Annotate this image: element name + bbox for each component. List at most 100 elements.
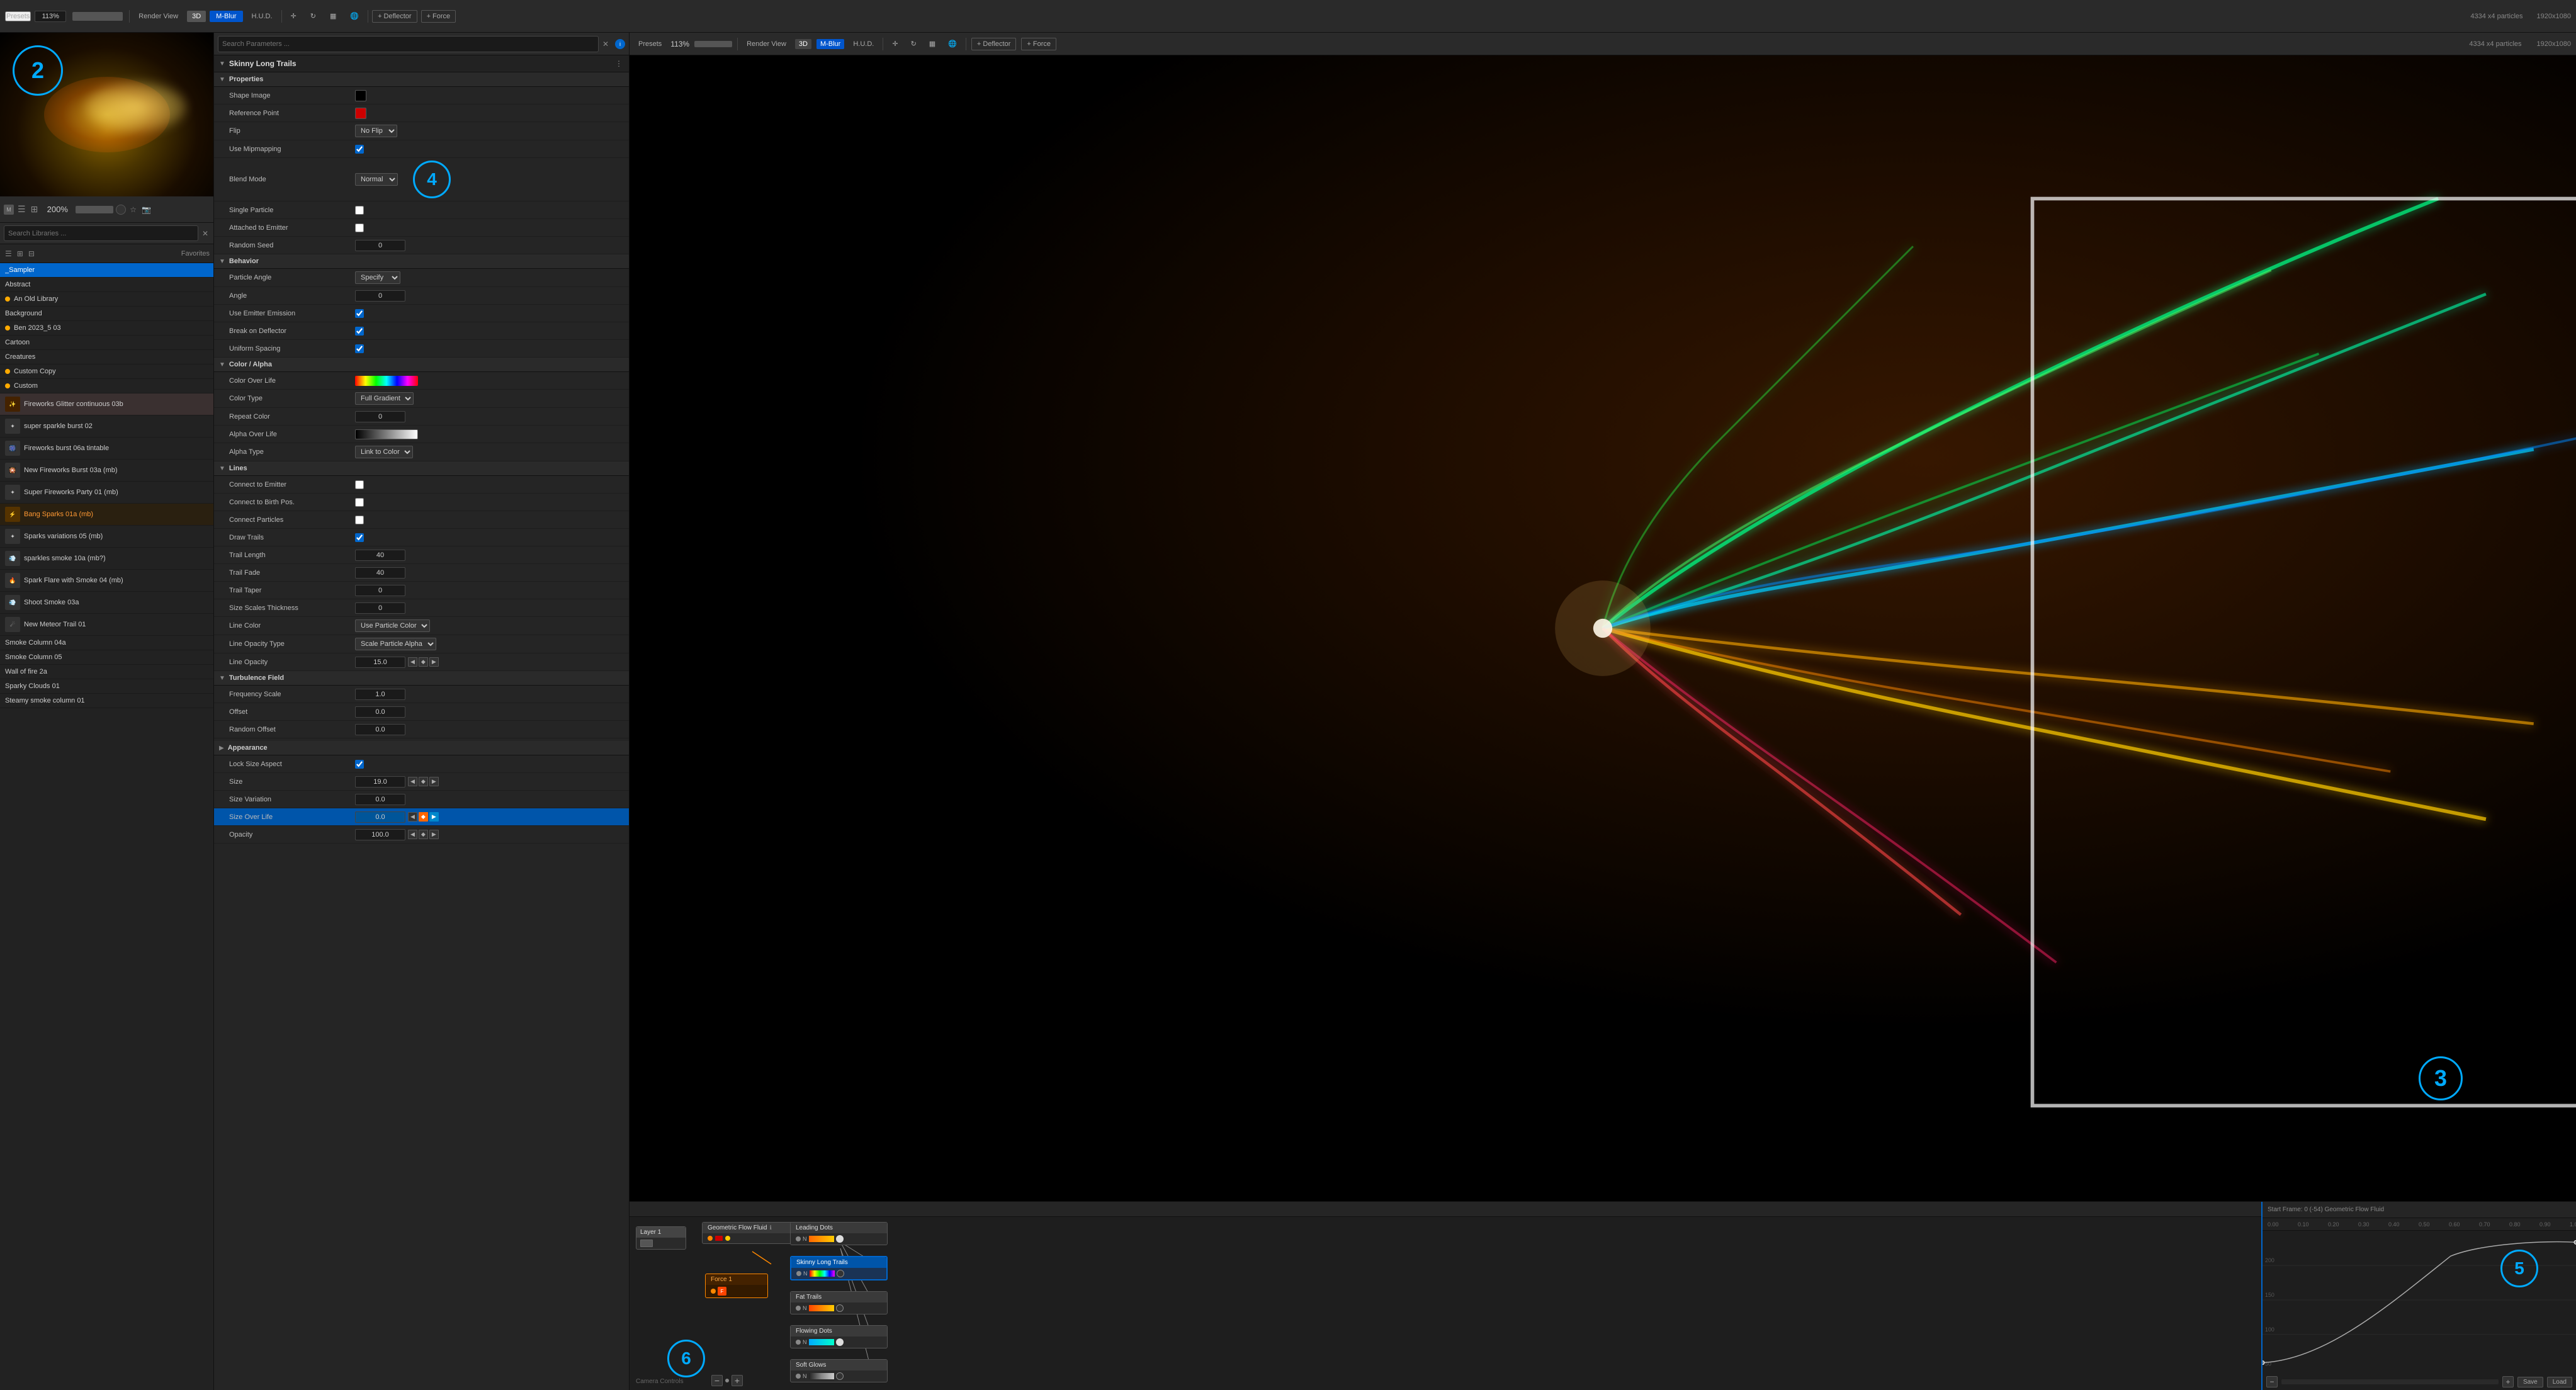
lib-star-btn[interactable]: ☆ <box>128 205 138 214</box>
param-trail-taper-input[interactable] <box>355 585 405 596</box>
param-alpha-type-dropdown[interactable]: Link to Color Custom <box>355 446 413 458</box>
globe-icon-btn[interactable]: 🌐 <box>345 10 364 22</box>
param-particle-angle-dropdown[interactable]: Specify Random <box>355 271 400 284</box>
param-connect-particles-checkbox[interactable] <box>355 516 364 524</box>
kf-next-btn[interactable]: ▶ <box>429 657 439 667</box>
grid-icon-btn[interactable]: ▦ <box>325 10 341 22</box>
params-search-input[interactable] <box>218 36 599 52</box>
param-color-gradient[interactable] <box>355 376 418 386</box>
lib-item-shoot-smoke[interactable]: 💨 Shoot Smoke 03a <box>0 592 213 614</box>
lib-item-abstract[interactable]: Abstract <box>0 278 213 292</box>
curve-zoom-plus-btn[interactable]: + <box>2502 1376 2514 1387</box>
lib-camera-btn[interactable]: 📷 <box>140 205 152 214</box>
mblur-button[interactable]: M-Blur <box>210 11 242 22</box>
viewport-3d-btn[interactable]: 3D <box>795 39 811 49</box>
param-line-opacity-input[interactable] <box>355 657 405 668</box>
lib-item-sampler[interactable]: _Sampler <box>0 263 213 278</box>
param-random-seed-input[interactable] <box>355 240 405 251</box>
add-deflector-button[interactable]: + Deflector <box>372 10 417 23</box>
kf-opacity-next-btn[interactable]: ▶ <box>429 830 439 839</box>
node-zoom-minus-btn[interactable]: − <box>711 1375 723 1386</box>
viewport-hud-btn[interactable]: H.U.D. <box>849 39 878 49</box>
lib-tab-list-btn[interactable]: ☰ <box>4 249 13 258</box>
param-single-particle-checkbox[interactable] <box>355 206 364 215</box>
lib-item-sparky-clouds[interactable]: Sparky Clouds 01 <box>0 679 213 694</box>
node-leading-dots[interactable]: Leading Dots N <box>790 1222 888 1245</box>
param-use-emitter-emission-checkbox[interactable] <box>355 309 364 318</box>
lib-item-fireworks-burst[interactable]: 🎆 Fireworks burst 06a tintable <box>0 438 213 460</box>
vp-icon-crosshair[interactable]: ✛ <box>888 38 901 49</box>
3d-view-button[interactable]: 3D <box>187 11 206 22</box>
lib-item-background[interactable]: Background <box>0 307 213 321</box>
kf-sol-next-btn[interactable]: ▶ <box>429 812 439 822</box>
param-frequency-scale-input[interactable] <box>355 689 405 700</box>
lib-item-fireworks-glitter[interactable]: ✨ Fireworks Glitter continuous 03b <box>0 393 213 415</box>
param-lock-size-aspect-checkbox[interactable] <box>355 760 364 769</box>
viewport-zoom-bar[interactable] <box>694 41 732 47</box>
presets-button[interactable]: Presets <box>5 11 31 21</box>
lib-item-new-fireworks[interactable]: 🎇 New Fireworks Burst 03a (mb) <box>0 460 213 482</box>
param-trail-fade-input[interactable] <box>355 567 405 579</box>
render-view-button[interactable]: Render View <box>133 11 183 22</box>
lib-view-grid-btn[interactable]: ⊞ <box>30 204 40 215</box>
lib-item-smoke-column-5[interactable]: Smoke Column 05 <box>0 650 213 665</box>
kf-sol-add-btn[interactable]: ◆ <box>419 812 428 822</box>
param-flip-dropdown[interactable]: No Flip Flip H Flip V Flip HV <box>355 125 397 137</box>
node-zoom-plus-btn[interactable]: + <box>732 1375 743 1386</box>
curve-load-btn[interactable]: Load <box>2547 1377 2572 1387</box>
param-angle-input[interactable] <box>355 290 405 302</box>
lib-item-smoke-column-4a[interactable]: Smoke Column 04a <box>0 636 213 650</box>
param-trail-length-input[interactable] <box>355 550 405 561</box>
curve-zoom-minus-btn[interactable]: − <box>2266 1376 2278 1387</box>
vp-add-deflector-btn[interactable]: + Deflector <box>971 38 1017 50</box>
vp-icon-refresh[interactable]: ↻ <box>907 38 920 49</box>
vp-icon-grid[interactable]: ▦ <box>925 38 939 49</box>
lib-item-bang-sparks[interactable]: ⚡ Bang Sparks 01a (mb) <box>0 504 213 526</box>
node-layer1[interactable]: Layer 1 <box>636 1226 686 1250</box>
params-search-clear-btn[interactable]: ✕ <box>601 40 610 48</box>
param-color-type-dropdown[interactable]: Full Gradient Single Color <box>355 392 414 405</box>
hud-button[interactable]: H.U.D. <box>247 11 278 22</box>
node-geo-flow[interactable]: Geometric Flow Fluid ℹ <box>702 1222 803 1244</box>
param-use-mipmapping-checkbox[interactable] <box>355 145 364 154</box>
lib-search-input[interactable] <box>4 225 198 241</box>
vp-add-force-btn[interactable]: + Force <box>1021 38 1056 50</box>
param-line-color-dropdown[interactable]: Use Particle Color Custom <box>355 619 430 632</box>
lib-tab-grid-btn[interactable]: ⊞ <box>16 249 25 258</box>
param-blend-mode-dropdown[interactable]: Normal Add Multiply <box>355 173 398 186</box>
param-reference-point-swatch[interactable] <box>355 108 366 119</box>
section-appearance[interactable]: ▶ Appearance <box>214 741 629 755</box>
section-properties[interactable]: ▼ Properties <box>214 72 629 87</box>
crosshair-icon-btn[interactable]: ✛ <box>286 10 302 22</box>
lib-zoom-slider[interactable] <box>76 206 113 213</box>
section-turbulence[interactable]: ▼ Turbulence Field <box>214 671 629 686</box>
lib-item-spark-flare[interactable]: 🔥 Spark Flare with Smoke 04 (mb) <box>0 570 213 592</box>
param-shape-image-swatch[interactable] <box>355 90 366 101</box>
node-soft-glows[interactable]: Soft Glows N <box>790 1359 888 1382</box>
kf-opacity-prev-btn[interactable]: ◀ <box>408 830 417 839</box>
param-break-on-deflector-checkbox[interactable] <box>355 327 364 336</box>
param-connect-to-emitter-checkbox[interactable] <box>355 480 364 489</box>
param-random-offset-input[interactable] <box>355 724 405 735</box>
kf-size-next-btn[interactable]: ▶ <box>429 777 439 786</box>
param-repeat-color-input[interactable] <box>355 411 405 422</box>
params-options-btn[interactable]: ⋮ <box>614 59 624 68</box>
param-size-variation-input[interactable] <box>355 794 405 805</box>
lib-item-steamy-smoke[interactable]: Steamy smoke column 01 <box>0 694 213 708</box>
param-connect-to-birth-pos-checkbox[interactable] <box>355 498 364 507</box>
add-force-button[interactable]: + Force <box>421 10 456 23</box>
section-behavior[interactable]: ▼ Behavior <box>214 254 629 269</box>
param-alpha-gradient[interactable] <box>355 429 418 439</box>
viewport-render-view-btn[interactable]: Render View <box>743 39 790 49</box>
lib-item-custom[interactable]: Custom <box>0 379 213 393</box>
param-line-opacity-type-dropdown[interactable]: Scale Particle Alpha Custom <box>355 638 436 650</box>
lib-item-creatures[interactable]: Creatures <box>0 350 213 364</box>
param-size-over-life-input[interactable] <box>355 811 405 823</box>
lib-item-ben2023[interactable]: Ben 2023_5 03 <box>0 321 213 336</box>
kf-size-prev-btn[interactable]: ◀ <box>408 777 417 786</box>
param-attached-to-emitter-checkbox[interactable] <box>355 223 364 232</box>
kf-opacity-add-btn[interactable]: ◆ <box>419 830 428 839</box>
vp-icon-globe[interactable]: 🌐 <box>944 38 961 49</box>
viewport-mblur-btn[interactable]: M-Blur <box>816 39 844 49</box>
lib-item-cartoon[interactable]: Cartoon <box>0 336 213 350</box>
